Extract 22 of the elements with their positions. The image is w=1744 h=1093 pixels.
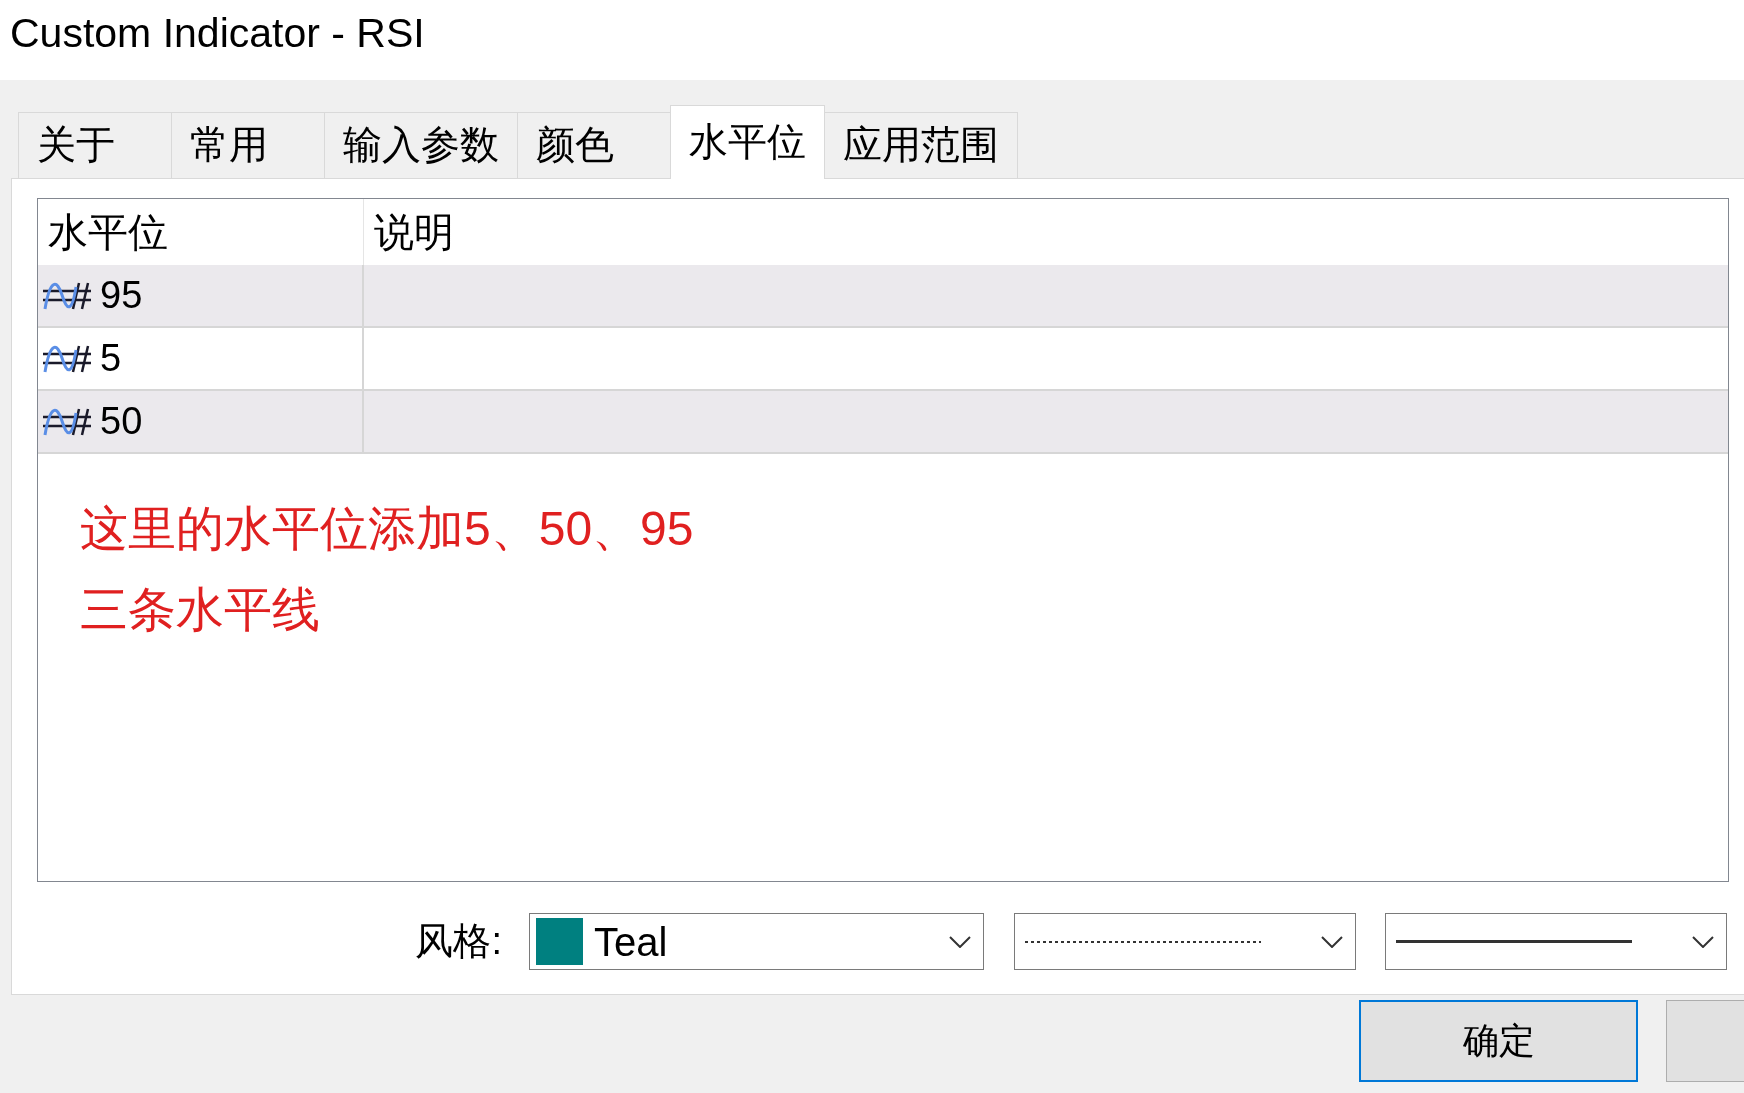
tab[interactable]: 应用范围 bbox=[824, 112, 1018, 178]
color-dropdown[interactable]: Teal bbox=[529, 913, 984, 970]
annotation-text: 三条水平线 bbox=[80, 583, 320, 636]
level-value: 95 bbox=[100, 273, 143, 318]
list-row[interactable]: 95 bbox=[38, 265, 1728, 328]
list-row[interactable]: 50 bbox=[38, 391, 1728, 454]
chevron-down-icon bbox=[1692, 935, 1714, 948]
chevron-down-icon bbox=[949, 935, 971, 948]
chevron-down-icon bbox=[1321, 935, 1343, 948]
tab[interactable]: 关于 bbox=[18, 112, 172, 178]
level-value: 50 bbox=[100, 399, 143, 444]
style-label: 风格: bbox=[415, 919, 502, 964]
ok-button[interactable]: 确定 bbox=[1359, 1000, 1638, 1082]
solid-line-icon bbox=[1396, 940, 1632, 943]
dotted-line-icon bbox=[1025, 939, 1261, 944]
tab[interactable]: 水平位 bbox=[670, 105, 825, 179]
line-style-dropdown[interactable] bbox=[1014, 913, 1356, 970]
line-width-dropdown[interactable] bbox=[1385, 913, 1727, 970]
level-value: 5 bbox=[100, 336, 122, 381]
window-title: Custom Indicator - RSI bbox=[10, 9, 425, 59]
annotation-text: 这里的水平位添加5、50、95 bbox=[80, 502, 694, 555]
column-header: 说明 bbox=[373, 209, 455, 256]
